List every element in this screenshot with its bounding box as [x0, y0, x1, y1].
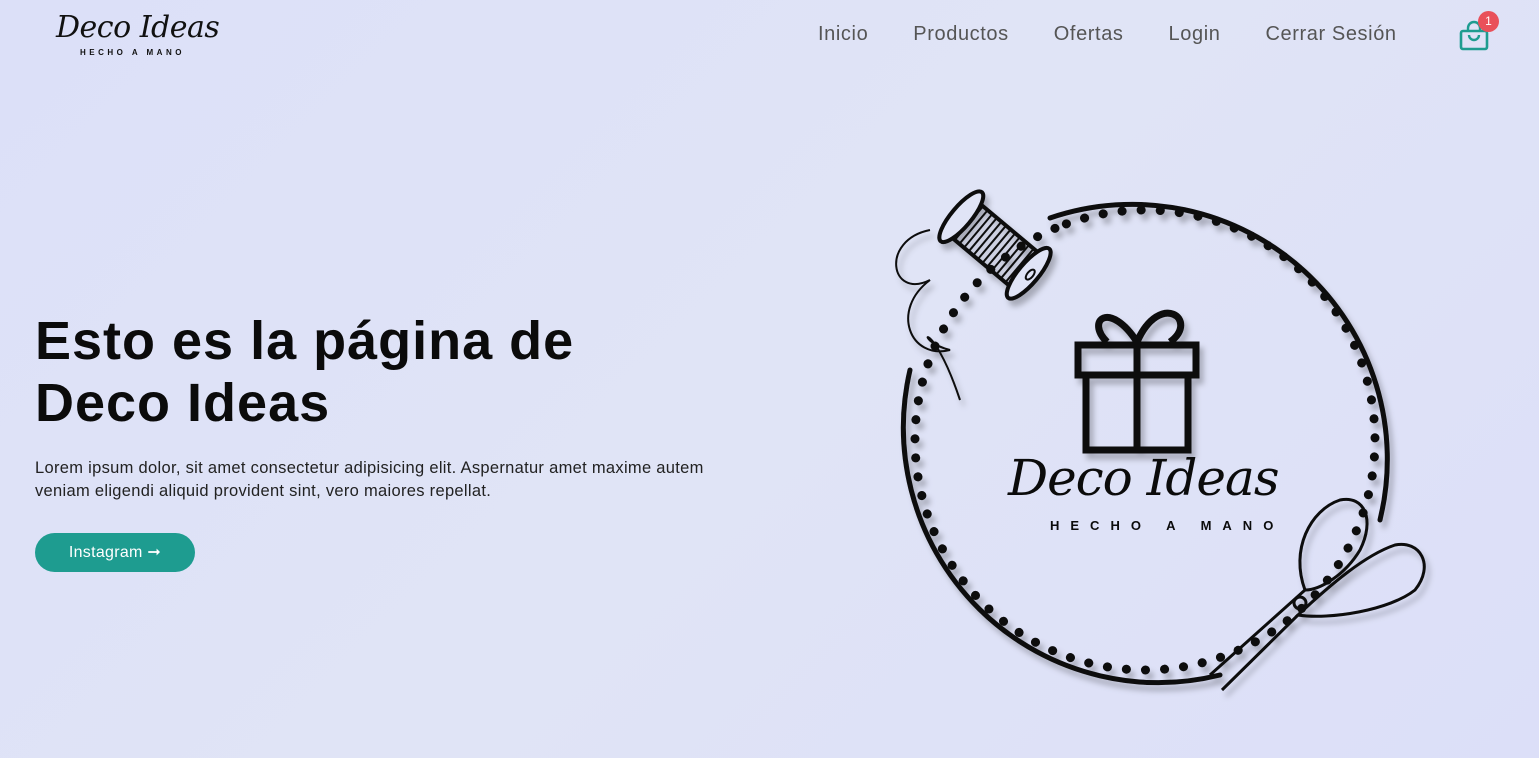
nav-inicio[interactable]: Inicio: [818, 20, 868, 50]
instagram-button[interactable]: Instagram ➞: [35, 533, 195, 572]
brand-tagline: HECHO A MANO: [80, 48, 185, 57]
site-header: Deco Ideas HECHO A MANO Inicio Productos…: [0, 0, 1539, 70]
nav-productos[interactable]: Productos: [913, 20, 1008, 50]
main-nav: Inicio Productos Ofertas Login Cerrar Se…: [818, 20, 1397, 50]
cart-count-badge: 1: [1478, 11, 1499, 32]
nav-ofertas[interactable]: Ofertas: [1054, 20, 1124, 50]
nav-cerrar-sesion[interactable]: Cerrar Sesión: [1265, 20, 1396, 50]
nav-login[interactable]: Login: [1169, 20, 1221, 50]
brand-name: Deco Ideas: [56, 10, 220, 45]
logo-brand-name: Deco Ideas: [1008, 449, 1280, 507]
logo-brand-tagline: HECHO A MANO: [1050, 518, 1285, 533]
hero-title: Esto es la página de Deco Ideas: [35, 311, 575, 433]
hero-description: Lorem ipsum dolor, sit amet consectetur …: [35, 459, 704, 500]
brand-logo[interactable]: Deco Ideas HECHO A MANO: [56, 10, 220, 60]
